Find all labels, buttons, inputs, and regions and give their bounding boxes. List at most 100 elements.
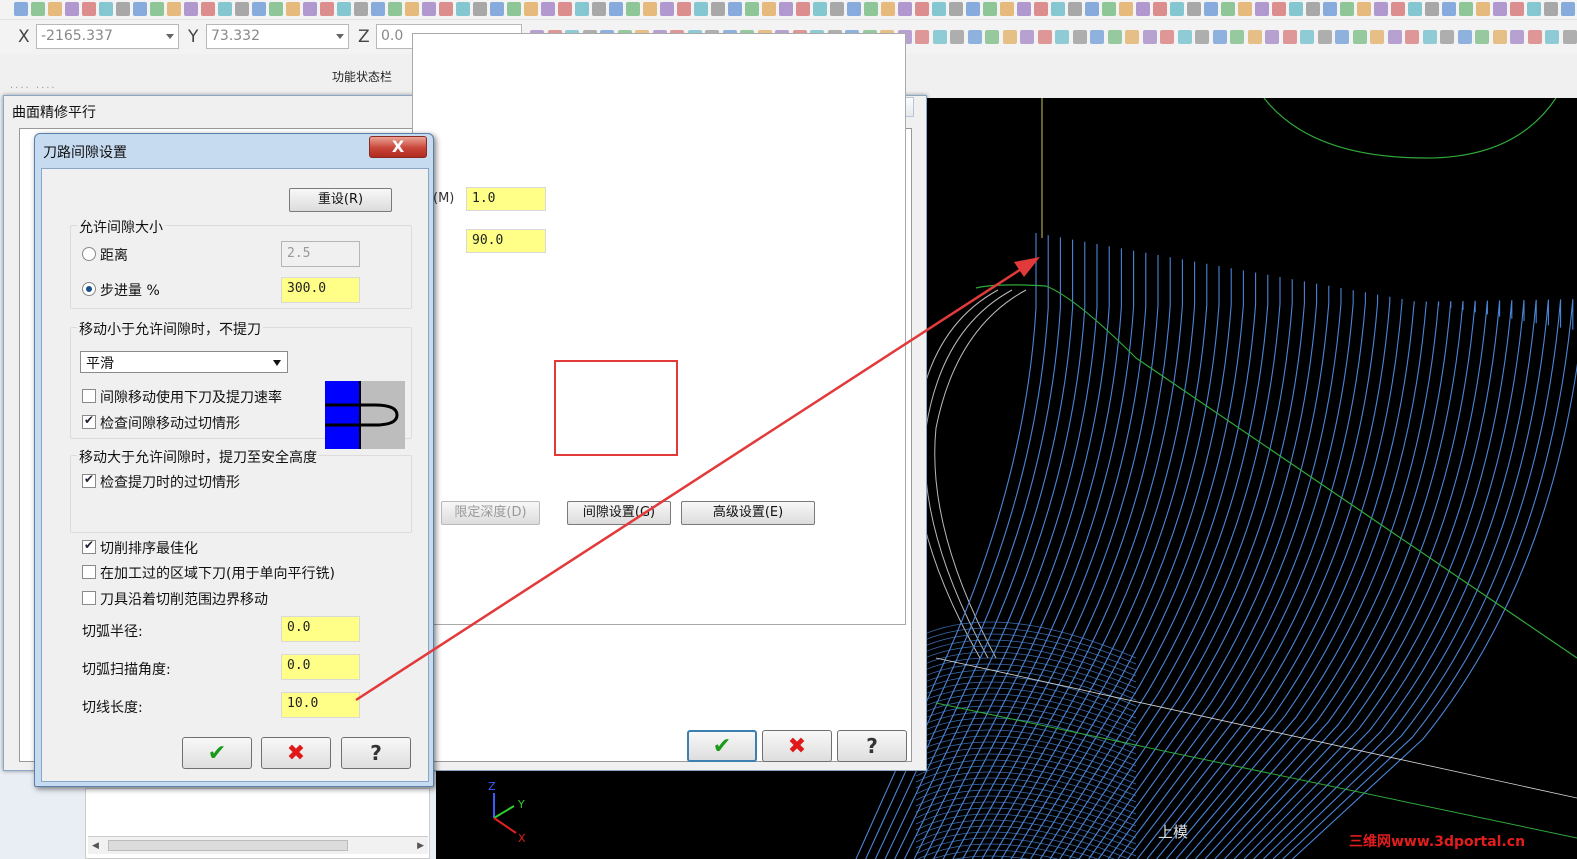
toolbar-icon[interactable]: [1317, 30, 1332, 44]
toolbar-icon[interactable]: [626, 2, 640, 16]
toolbar-icon[interactable]: [1475, 30, 1489, 44]
toolbar-icon[interactable]: [1238, 2, 1252, 16]
toolbar-icon[interactable]: [1212, 30, 1227, 44]
toolbar-icon[interactable]: [218, 2, 232, 16]
toolbar-icon[interactable]: [966, 2, 980, 16]
toolbar-icon[interactable]: [762, 2, 776, 16]
toolbar-icon[interactable]: [201, 2, 215, 16]
toolbar-icon[interactable]: [558, 2, 572, 16]
toolbar-icon[interactable]: [541, 2, 555, 16]
toolbar-icon[interactable]: [1352, 30, 1367, 44]
use-plunge-retract-rate-checkbox[interactable]: [82, 389, 96, 403]
toolbar-icon[interactable]: [31, 2, 45, 16]
toolbar-icon[interactable]: [405, 2, 419, 16]
toolbar-icon[interactable]: [48, 2, 62, 16]
toolbar-icon[interactable]: [1370, 30, 1384, 44]
toolbar-icon[interactable]: [1160, 30, 1174, 44]
toolbar-icon[interactable]: [1272, 2, 1286, 16]
toolbar-icon[interactable]: [643, 2, 657, 16]
toolbar-icon[interactable]: [1072, 30, 1087, 44]
toolbar-icon[interactable]: [507, 2, 521, 16]
toolbar-icon[interactable]: [1323, 2, 1337, 16]
toolbar-icon[interactable]: [609, 2, 623, 16]
chevron-down-icon[interactable]: [273, 360, 281, 366]
toolbar-icon[interactable]: [847, 2, 861, 16]
arrow-right-icon[interactable]: ▶: [417, 841, 424, 851]
toolbar-icon[interactable]: [1340, 2, 1354, 16]
arrow-left-icon[interactable]: ◀: [92, 841, 99, 851]
toolbar-icon[interactable]: [830, 2, 844, 16]
line-length-field[interactable]: 10.0: [281, 692, 360, 718]
toolbar-icon[interactable]: [1374, 2, 1388, 16]
cancel-button[interactable]: ✖: [762, 730, 832, 762]
toolbar-icon[interactable]: [796, 2, 810, 16]
toolbar-icon[interactable]: [1476, 2, 1490, 16]
plunge-in-machined-area-checkbox[interactable]: [82, 565, 96, 579]
toolbar-icon[interactable]: [1068, 2, 1082, 16]
toolbar-icon[interactable]: [1405, 30, 1419, 44]
toolbar-icon[interactable]: [1002, 30, 1017, 44]
toolbar-icon[interactable]: [1510, 2, 1524, 16]
toolbar-icon[interactable]: [1442, 2, 1456, 16]
toolbar-icon[interactable]: [1153, 2, 1167, 16]
ok-button[interactable]: ✔: [687, 730, 757, 762]
cancel-button[interactable]: ✖: [261, 737, 331, 769]
toolbar-icon[interactable]: [915, 2, 929, 16]
toolbar-icon[interactable]: [1055, 30, 1069, 44]
toolbar-icon[interactable]: [1204, 2, 1218, 16]
toolbar-icon[interactable]: [1282, 30, 1297, 44]
toolbar-icon[interactable]: [1289, 2, 1303, 16]
toolbar-icon[interactable]: [950, 30, 964, 44]
help-button[interactable]: ?: [837, 730, 907, 762]
scrollbar-thumb[interactable]: [108, 840, 348, 851]
toolbar-icon[interactable]: [1020, 30, 1034, 44]
toolbar-icon[interactable]: [99, 2, 113, 16]
toolbar-icon[interactable]: [915, 30, 929, 44]
toolbar-icon[interactable]: [1034, 2, 1048, 16]
toolbar-icon[interactable]: [985, 30, 999, 44]
toolbar-icon[interactable]: [337, 2, 351, 16]
toolbar-icon[interactable]: [1195, 30, 1209, 44]
ok-button[interactable]: ✔: [182, 737, 252, 769]
toolbar-icon[interactable]: [779, 2, 793, 16]
toolbar-icon[interactable]: [1265, 30, 1279, 44]
toolbar-icon[interactable]: [1300, 30, 1314, 44]
toolbar-icon[interactable]: [439, 2, 453, 16]
optimize-cut-order-checkbox[interactable]: [82, 538, 96, 554]
toolbar-icon[interactable]: [1527, 2, 1541, 16]
toolbar-icon[interactable]: [388, 2, 402, 16]
toolbar-icon[interactable]: [1562, 30, 1577, 44]
toolbar-icon[interactable]: [983, 2, 997, 16]
advanced-settings-button[interactable]: 高级设置(E): [681, 501, 815, 525]
check-gap-gouge-checkbox[interactable]: [82, 413, 96, 429]
toolbar-icon[interactable]: [864, 2, 878, 16]
toolbar-icon[interactable]: [660, 2, 674, 16]
toolbar-icon[interactable]: [1493, 2, 1507, 16]
arc-radius-field[interactable]: 0.0: [281, 616, 360, 642]
help-button[interactable]: ?: [341, 737, 411, 769]
toolbar-icon[interactable]: [932, 2, 946, 16]
toolbar-icon[interactable]: [745, 2, 759, 16]
chevron-down-icon[interactable]: [336, 34, 344, 39]
toolbar-icon[interactable]: [116, 2, 130, 16]
toolbar-icon[interactable]: [473, 2, 487, 16]
toolbar-icon[interactable]: [575, 2, 589, 16]
toolbar-icon[interactable]: [1459, 2, 1473, 16]
toolbar-icon[interactable]: [1510, 30, 1524, 44]
arc-sweep-field[interactable]: 0.0: [281, 654, 360, 680]
chevron-down-icon[interactable]: [166, 34, 174, 39]
toolbar-icon[interactable]: [320, 2, 334, 16]
toolbar-icon[interactable]: [898, 2, 912, 16]
close-button[interactable]: X: [369, 136, 427, 158]
toolbar-icon[interactable]: [1544, 2, 1558, 16]
toolbar-icon[interactable]: [1136, 2, 1150, 16]
toolbar-icon[interactable]: [524, 2, 538, 16]
toolbar-icon[interactable]: [133, 2, 147, 16]
toolbar-icon[interactable]: [1037, 30, 1052, 44]
toolbar-icon[interactable]: [1170, 2, 1184, 16]
toolbar-icon[interactable]: [1119, 2, 1133, 16]
toolbar-icon[interactable]: [65, 2, 79, 16]
stepover-field[interactable]: 300.0: [281, 277, 360, 303]
toolbar-icon[interactable]: [1422, 30, 1437, 44]
toolbar-icon[interactable]: [813, 2, 827, 16]
